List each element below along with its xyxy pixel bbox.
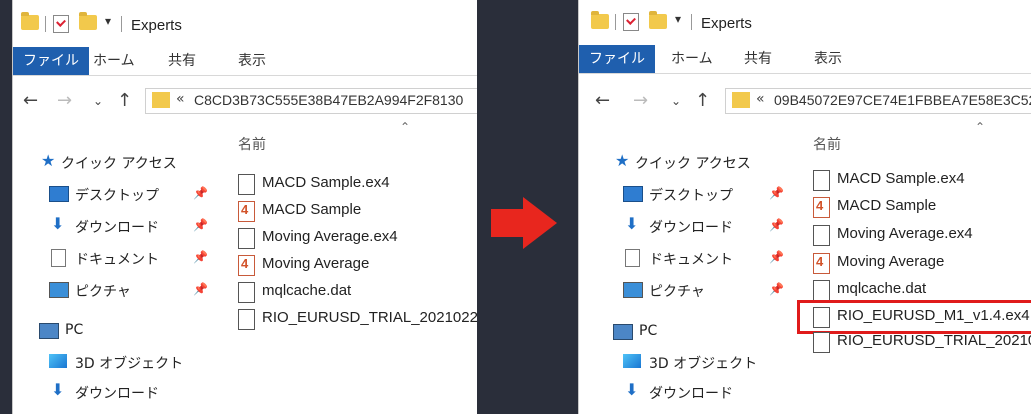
file-icon (813, 280, 830, 301)
pin-icon[interactable]: 📌 (193, 218, 208, 232)
desktop-icon (49, 186, 69, 202)
address-chevron: « (756, 91, 765, 107)
folder-icon (21, 12, 39, 30)
pc-icon (39, 323, 59, 339)
column-header-name[interactable]: 名前 (813, 134, 841, 154)
forward-arrow-icon[interactable]: → (57, 90, 72, 111)
3d-objects-icon (49, 354, 67, 368)
address-path: 09B45072E97CE74E1FBBEA7E58E3C526 (774, 92, 1031, 108)
folder-icon (152, 92, 170, 108)
file-icon (238, 282, 255, 303)
folder-icon (732, 92, 750, 108)
new-folder-icon[interactable] (649, 11, 667, 29)
star-icon: ★ (615, 151, 630, 170)
tab-home[interactable]: ホーム (93, 47, 135, 75)
address-chevron: « (176, 91, 185, 107)
pin-icon[interactable]: 📌 (769, 282, 784, 296)
file-icon (813, 332, 830, 353)
file-icon (813, 307, 830, 328)
properties-icon[interactable] (623, 13, 639, 31)
file-icon (813, 170, 830, 191)
download-icon: ⬇ (625, 214, 639, 233)
recent-locations-icon[interactable]: ⌄ (93, 94, 103, 108)
document-icon (51, 249, 66, 267)
file-icon (238, 174, 255, 195)
navigation-pane: ★ クイック アクセス デスクトップ 📌 ⬇ ダウンロード 📌 ドキュメント 📌… (613, 151, 784, 402)
tab-view[interactable]: 表示 (238, 47, 266, 75)
file-icon (238, 309, 255, 330)
address-row: ← → ⌄ ↑ « C8CD3B73C555E38B47EB2A994F2F81… (13, 80, 477, 120)
title-bar: ▾ Experts (579, 0, 1031, 46)
file-list: ⌃ 名前 MACD Sample.ex4 MACD Sample Moving … (228, 120, 477, 414)
separator (615, 14, 616, 30)
recent-locations-icon[interactable]: ⌄ (671, 94, 681, 108)
address-bar[interactable]: « C8CD3B73C555E38B47EB2A994F2F8130 (145, 88, 477, 114)
tab-share[interactable]: 共有 (744, 45, 772, 73)
address-row: ← → ⌄ ↑ « 09B45072E97CE74E1FBBEA7E58E3C5… (579, 80, 1031, 120)
ribbon-tabs: ファイル ホーム 共有 表示 (13, 47, 477, 76)
title-bar: ▾ Experts (13, 0, 477, 46)
separator (45, 16, 46, 32)
file-icon (238, 228, 255, 249)
sort-ascending-icon[interactable]: ⌃ (400, 120, 410, 134)
explorer-window-after: ▾ Experts ファイル ホーム 共有 表示 ← → ⌄ ↑ « 09B45… (578, 0, 1031, 414)
download-icon: ⬇ (51, 380, 65, 399)
tab-home[interactable]: ホーム (671, 45, 713, 73)
mq4-file-icon (813, 253, 830, 274)
column-header-name[interactable]: 名前 (238, 134, 266, 154)
navigation-pane: ★ クイック アクセス デスクトップ 📌 ⬇ ダウンロード 📌 ドキュメント 📌… (39, 151, 208, 402)
sort-ascending-icon[interactable]: ⌃ (975, 120, 985, 134)
pin-icon[interactable]: 📌 (193, 250, 208, 264)
window-title: Experts (131, 17, 182, 34)
pin-icon[interactable]: 📌 (769, 218, 784, 232)
address-path: C8CD3B73C555E38B47EB2A994F2F8130 (194, 92, 464, 108)
properties-icon[interactable] (53, 15, 69, 33)
explorer-window-before: ▾ Experts ファイル ホーム 共有 表示 ← → ⌄ ↑ « C8CD3… (12, 0, 477, 414)
mq4-file-icon (238, 201, 255, 222)
window-title: Experts (701, 15, 752, 32)
star-icon: ★ (41, 151, 56, 170)
back-arrow-icon[interactable]: ← (595, 90, 610, 111)
download-icon: ⬇ (51, 214, 65, 233)
folder-icon (591, 11, 609, 29)
3d-objects-icon (623, 354, 641, 368)
separator (121, 16, 122, 32)
mq4-file-icon (238, 255, 255, 276)
pc-icon (613, 324, 633, 340)
download-icon: ⬇ (625, 380, 639, 399)
pin-icon[interactable]: 📌 (769, 250, 784, 264)
tab-share[interactable]: 共有 (168, 47, 196, 75)
document-icon (625, 249, 640, 267)
pin-icon[interactable]: 📌 (769, 186, 784, 200)
quick-access-dropdown-icon[interactable]: ▾ (105, 14, 111, 28)
file-icon (813, 225, 830, 246)
up-arrow-icon[interactable]: ↑ (695, 90, 710, 111)
new-folder-icon[interactable] (79, 12, 97, 30)
desktop-icon (623, 186, 643, 202)
pictures-icon (49, 282, 69, 298)
pin-icon[interactable]: 📌 (193, 282, 208, 296)
tab-file[interactable]: ファイル (579, 45, 655, 73)
back-arrow-icon[interactable]: ← (23, 90, 38, 111)
mq4-file-icon (813, 197, 830, 218)
separator (691, 14, 692, 30)
tab-view[interactable]: 表示 (814, 45, 842, 73)
up-arrow-icon[interactable]: ↑ (117, 90, 132, 111)
pin-icon[interactable]: 📌 (193, 186, 208, 200)
tab-file[interactable]: ファイル (13, 47, 89, 75)
address-bar[interactable]: « 09B45072E97CE74E1FBBEA7E58E3C526 (725, 88, 1031, 114)
quick-access-dropdown-icon[interactable]: ▾ (675, 12, 681, 26)
pictures-icon (623, 282, 643, 298)
forward-arrow-icon[interactable]: → (633, 90, 648, 111)
file-list: ⌃ 名前 MACD Sample.ex4 MACD Sample Moving … (797, 120, 1031, 414)
ribbon-tabs: ファイル ホーム 共有 表示 (579, 45, 1031, 74)
